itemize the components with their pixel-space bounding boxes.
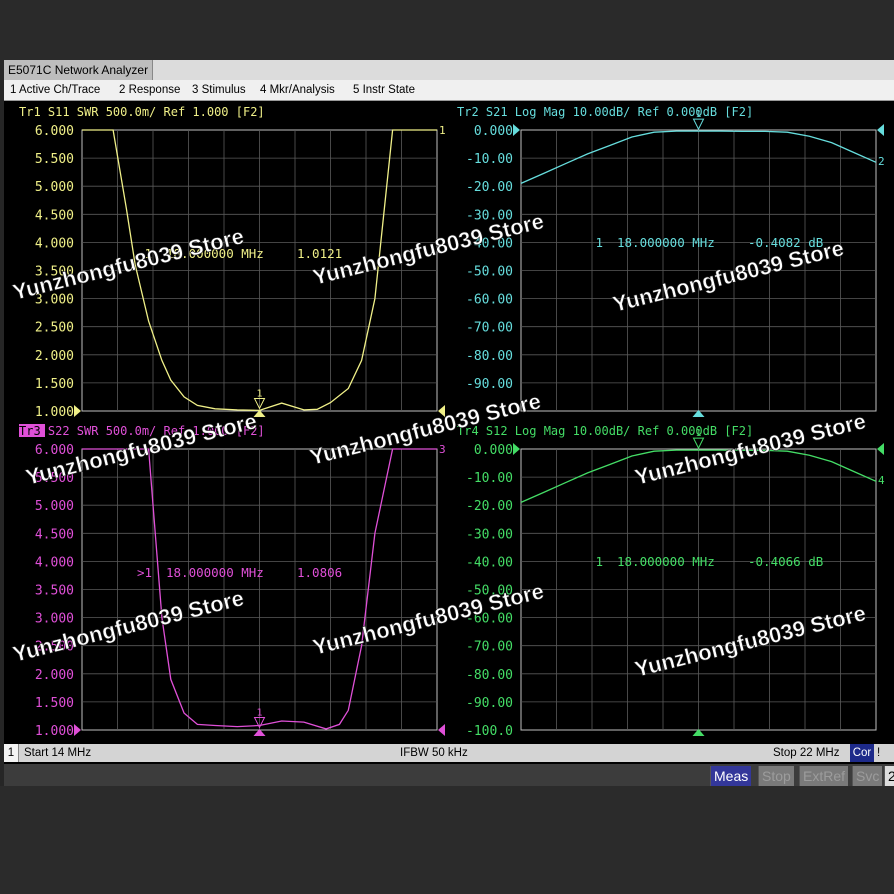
- reference-arrow-left: [513, 124, 520, 136]
- trace-header: Tr2 S21 Log Mag 10.00dB/ Ref 0.000dB [F2…: [457, 105, 753, 119]
- reference-arrow-left: [74, 405, 81, 417]
- y-tick-label: -30.00: [466, 527, 513, 542]
- y-tick-label: 3.000: [35, 612, 74, 627]
- y-tick-label: 1.000: [35, 405, 74, 420]
- y-tick-label: 2.000: [35, 349, 74, 364]
- trace-header: Tr1 S11 SWR 500.0m/ Ref 1.000 [F2]: [19, 105, 265, 119]
- y-tick-label: -70.00: [466, 640, 513, 655]
- y-tick-label: -10.00: [466, 152, 513, 167]
- y-tick-label: 0.000: [474, 443, 513, 458]
- y-tick-label: -10.00: [466, 471, 513, 486]
- trace-number-label: 2: [878, 155, 885, 168]
- y-tick-label: -50.00: [466, 265, 513, 280]
- marker-readout-index: 1: [595, 235, 603, 250]
- y-tick-label: -90.00: [466, 696, 513, 711]
- y-tick-label: 2.000: [35, 668, 74, 683]
- marker-readout-frequency: 18.000000 MHz: [166, 565, 264, 580]
- y-tick-label: 4.500: [35, 527, 74, 542]
- marker-readout-frequency: 18.000000 MHz: [617, 235, 715, 250]
- marker-readout-frequency: 18.000000 MHz: [617, 554, 715, 569]
- y-tick-label: -20.00: [466, 499, 513, 514]
- reference-arrow-right: [438, 724, 445, 736]
- marker-readout-index: 1: [595, 554, 603, 569]
- trace-number-label: 4: [878, 474, 885, 487]
- watermark-text: Yunzhongfu8039 Store: [632, 600, 868, 682]
- marker-readout-index: >1: [137, 565, 152, 580]
- y-tick-label: -80.00: [466, 349, 513, 364]
- y-tick-label: 2.500: [35, 321, 74, 336]
- y-tick-label: -20.00: [466, 180, 513, 195]
- trace-header-tag: Tr3: [19, 424, 41, 438]
- y-tick-label: 0.000: [474, 124, 513, 139]
- trace-header: Tr4 S12 Log Mag 10.00dB/ Ref 0.000dB [F2…: [457, 424, 753, 438]
- trace-number-label: 3: [439, 443, 446, 456]
- marker-readout-value: 1.0806: [297, 565, 342, 580]
- y-tick-label: 5.000: [35, 499, 74, 514]
- trace-number-label: 1: [439, 124, 446, 137]
- y-tick-label: 5.500: [35, 152, 74, 167]
- marker-1-triangle: [692, 118, 705, 131]
- y-tick-label: -70.00: [466, 321, 513, 336]
- marker-1-label: 1: [257, 707, 263, 718]
- marker-1-label: 1: [257, 388, 263, 399]
- marker-1-label: 1: [696, 109, 702, 120]
- y-tick-label: 1.000: [35, 724, 74, 739]
- reference-arrow-right: [877, 443, 884, 455]
- y-tick-label: 4.000: [35, 555, 74, 570]
- y-tick-label: -60.00: [466, 293, 513, 308]
- y-tick-label: 3.500: [35, 584, 74, 599]
- reference-arrow-left: [74, 724, 81, 736]
- y-tick-label: -80.00: [466, 668, 513, 683]
- y-tick-label: 5.000: [35, 180, 74, 195]
- y-tick-label: -100.0: [466, 724, 513, 739]
- y-tick-label: 6.000: [35, 124, 74, 139]
- y-tick-label: 1.500: [35, 377, 74, 392]
- reference-arrow-left: [513, 443, 520, 455]
- y-tick-label: -40.00: [466, 555, 513, 570]
- reference-arrow-right: [877, 124, 884, 136]
- y-tick-label: 1.500: [35, 696, 74, 711]
- y-tick-label: 4.500: [35, 208, 74, 223]
- marker-1-triangle: [692, 437, 705, 450]
- y-tick-label: 4.000: [35, 236, 74, 251]
- trace-display: Tr1 S11 SWR 500.0m/ Ref 1.000 [F2] 6.000 5…: [10, 105, 885, 739]
- marker-readout-value: -0.4066 dB: [748, 554, 823, 569]
- marker-1-label: 1: [696, 428, 702, 439]
- y-tick-label: -90.00: [466, 377, 513, 392]
